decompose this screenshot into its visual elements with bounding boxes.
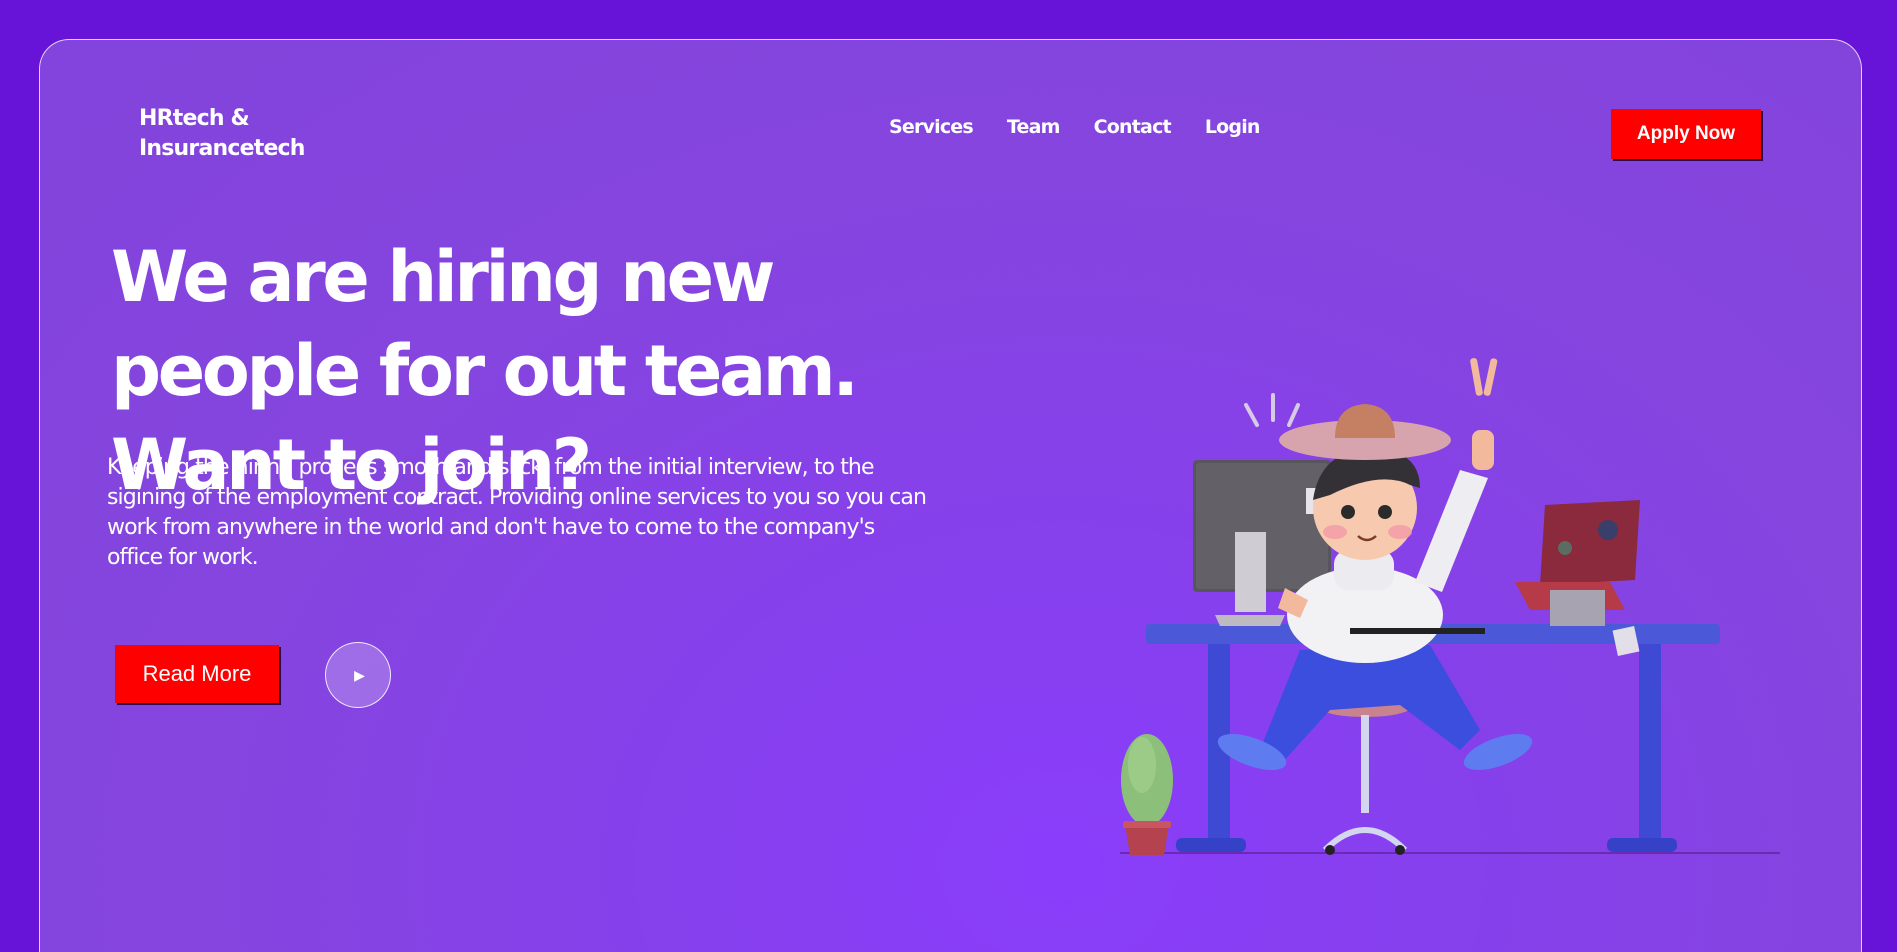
- apply-now-button[interactable]: Apply Now: [1611, 109, 1761, 159]
- hero-description: Keeping the hiring process smoth and sli…: [107, 455, 927, 570]
- nav-item-login[interactable]: Login: [1205, 116, 1261, 138]
- play-button[interactable]: ▶: [325, 642, 391, 708]
- nav-item-team[interactable]: Team: [1007, 116, 1061, 138]
- play-icon: ▶: [354, 666, 365, 683]
- main-nav: Services Team Contact Login: [889, 116, 1294, 138]
- logo[interactable]: HRtech & Insurancetech: [139, 104, 329, 164]
- nav-item-contact[interactable]: Contact: [1094, 116, 1172, 138]
- page: HRtech & Insurancetech Services Team Con…: [0, 0, 1897, 952]
- chair-icon: [1319, 697, 1411, 855]
- read-more-button[interactable]: Read More: [115, 645, 279, 703]
- hiring-illustration: [1120, 358, 1780, 855]
- plant-icon: [1121, 734, 1173, 855]
- nav-item-services[interactable]: Services: [889, 116, 974, 138]
- hero-panel: HRtech & Insurancetech Services Team Con…: [39, 39, 1862, 952]
